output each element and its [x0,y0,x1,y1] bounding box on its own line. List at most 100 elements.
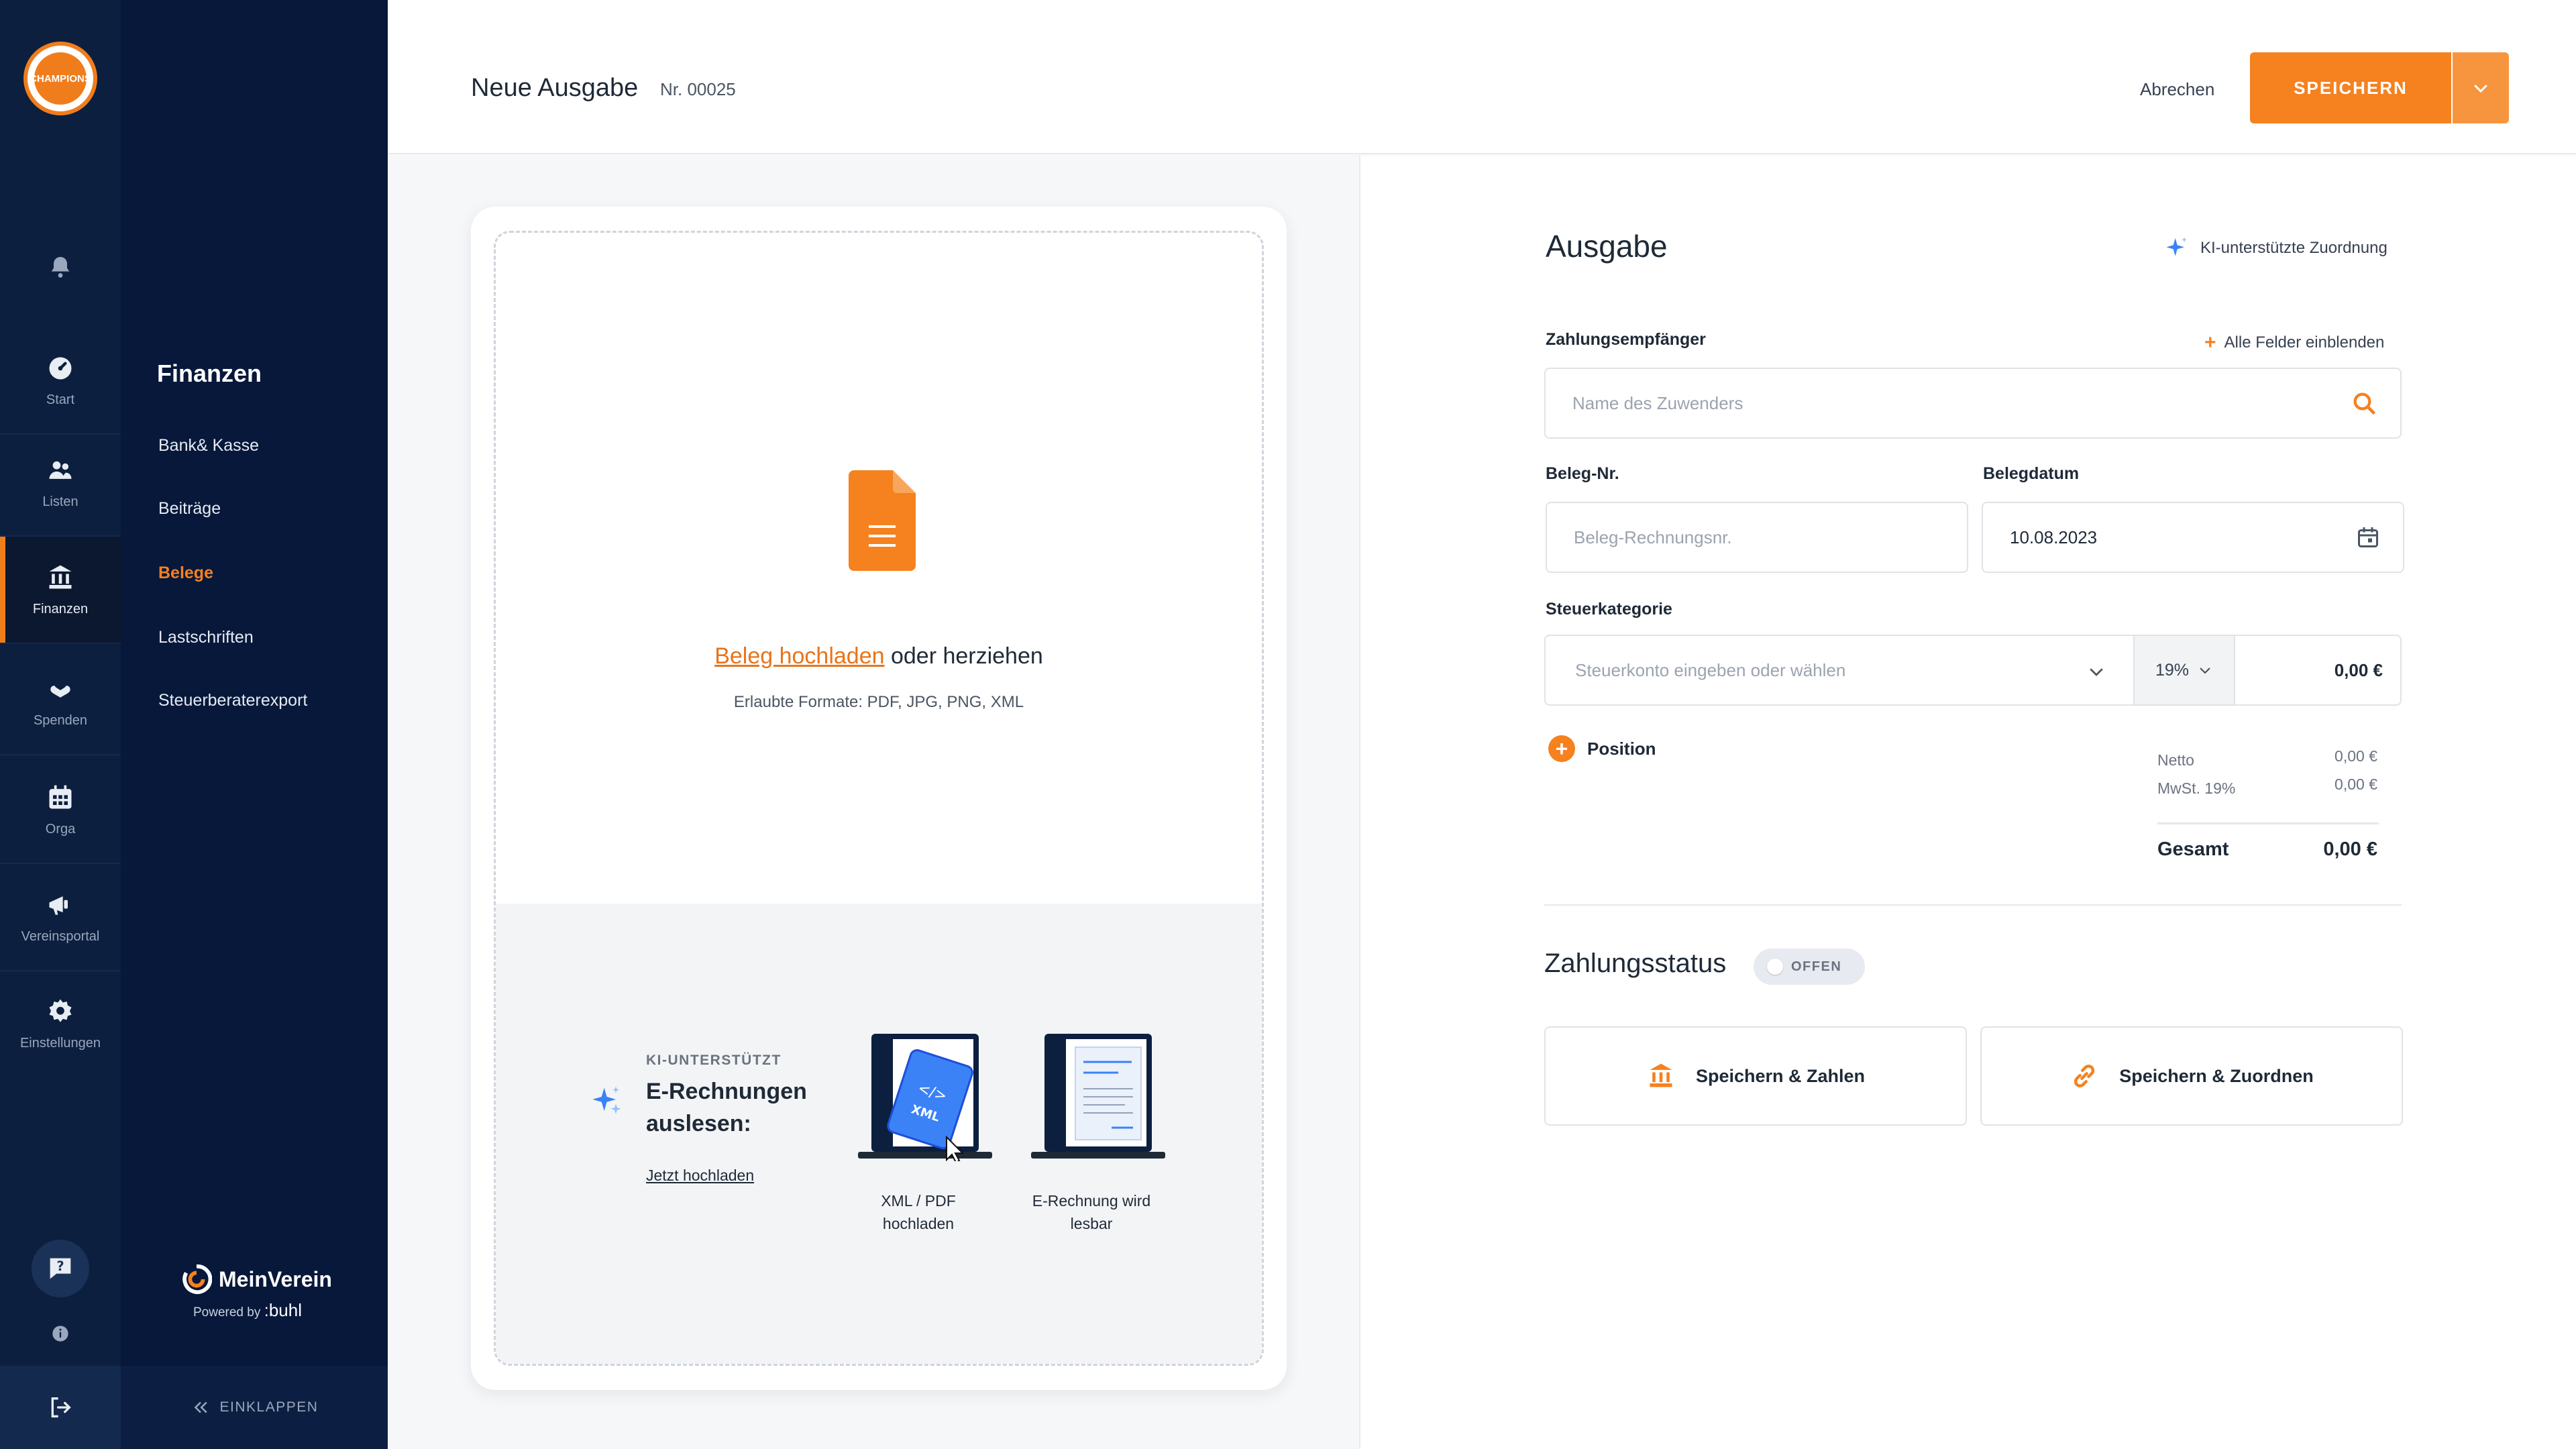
toggle-knob [1767,959,1783,975]
netto-value: 0,00 € [2334,747,2377,765]
club-logo-text: CHAMPIONS [30,52,91,105]
logout-button[interactable] [0,1366,121,1449]
collapse-label: EINKLAPPEN [219,1399,319,1415]
show-all-fields-link[interactable]: + Alle Felder einblenden [2204,331,2384,354]
e-invoice-readable-illustration [1031,1034,1165,1159]
rail-item-einstellungen[interactable]: Einstellungen [0,970,121,1077]
e-invoice-title: E-Rechnungen auslesen: [646,1079,807,1136]
rail-label: Finanzen [32,601,89,616]
vat-value: 0,00 € [2334,775,2377,793]
rail-item-finanzen[interactable]: Finanzen [0,537,121,644]
ai-supported-tag: KI-UNTERSTÜTZT [646,1053,782,1068]
step-upload-label: XML / PDF hochladen [881,1192,956,1232]
tax-account-placeholder: Steuerkonto eingeben oder wählen [1575,659,1846,680]
e-invoice-promo: KI-UNTERSTÜTZT E-Rechnungen auslesen: Je… [496,904,1262,1364]
allowed-formats-text: Erlaubte Formate: PDF, JPG, PNG, XML [733,693,1024,711]
section-divider [1544,904,2402,906]
rail-label: Spenden [33,712,88,728]
tax-category-row: Steuerkonto eingeben oder wählen 19% 0,0… [1544,635,2402,706]
svg-text:?: ? [56,1258,64,1274]
search-icon[interactable] [2351,390,2377,417]
page-header: Neue Ausgabe Nr. 00025 Abrechen SPEICHER… [388,0,2576,154]
logout-icon [51,1397,71,1417]
megaphone-icon [49,896,68,915]
upload-receipt-link[interactable]: Beleg hochladen [714,643,884,669]
rail-item-orga[interactable]: Orga [0,757,121,864]
sidebar-item-belege[interactable]: Belege [158,564,213,583]
icon-rail: CHAMPIONS Start Listen Finanzen Spenden … [0,0,121,1449]
step-readable-label: E-Rechnung wird lesbar [1032,1192,1151,1232]
rail-label: Orga [45,821,76,837]
sidebar-item-steuerberaterexport[interactable]: Steuerberaterexport [158,691,307,710]
receipt-date-input[interactable]: 10.08.2023 [1982,502,2404,573]
save-and-assign-button[interactable]: Speichern & Zuordnen [1980,1026,2403,1126]
sidebar-item-bank-kasse[interactable]: Bank& Kasse [158,436,259,455]
people-icon [49,461,72,479]
dropzone-upload-area[interactable]: Beleg hochladen oder herziehen Erlaubte … [496,233,1262,904]
chevron-down-icon [2474,85,2487,93]
rail-item-vereinsportal[interactable]: Vereinsportal [0,864,121,971]
add-position-label: Position [1587,738,1656,759]
ai-sparkle-icon [2166,237,2187,256]
amount-input[interactable]: 0,00 € [2235,636,2400,704]
ai-assignment-link[interactable]: KI-unterstützte Zuordnung [2164,235,2387,262]
link-icon [2074,1065,2095,1087]
club-logo[interactable]: CHAMPIONS [23,42,97,115]
upload-drag-text: oder herziehen [884,643,1043,669]
tax-account-select[interactable]: Steuerkonto eingeben oder wählen [1546,636,2133,704]
receipt-date-label: Belegdatum [1983,464,2080,483]
bank-icon [49,565,72,588]
ai-assignment-label: KI-unterstützte Zuordnung [2200,239,2387,257]
bell-icon[interactable] [47,254,74,280]
rail-label: Einstellungen [19,1035,101,1051]
netto-label: Netto [2157,751,2194,769]
tax-category-label: Steuerkategorie [1546,600,1672,619]
receipt-number-input[interactable]: Beleg-Rechnungsnr. [1546,502,1968,573]
calendar-icon[interactable] [2356,525,2380,549]
upload-now-link[interactable]: Jetzt hochladen [646,1167,754,1185]
receipt-dropzone[interactable]: Beleg hochladen oder herziehen Erlaubte … [494,231,1264,1366]
payment-status-title: Zahlungsstatus [1544,949,1727,978]
powered-by-text: Powered by [193,1305,261,1320]
collapse-sidebar-button[interactable]: EINKLAPPEN [121,1366,388,1449]
add-position-button[interactable]: + Position [1548,735,1656,762]
donation-icon [50,683,70,698]
vat-rate-select[interactable]: 19% [2133,636,2235,704]
receipt-number-placeholder: Beleg-Rechnungsnr. [1574,527,1732,547]
receipt-number-label: Beleg-Nr. [1546,464,1619,483]
amount-value: 0,00 € [2334,659,2383,680]
chevron-down-icon [2090,668,2103,676]
buhl-brand: :buhl [264,1300,303,1320]
rail-label: Start [46,392,75,407]
rail-item-start[interactable]: Start [0,327,121,435]
brand-name: MeinVerein [219,1267,332,1291]
bank-icon [1650,1063,1672,1087]
total-label: Gesamt [2157,839,2229,860]
total-value: 0,00 € [2323,839,2377,860]
save-button[interactable]: SPEICHERN [2250,52,2451,123]
upload-panel: Beleg hochladen oder herziehen Erlaubte … [388,156,1359,1449]
cancel-button[interactable]: Abrechen [2140,79,2214,100]
chat-help-icon: ? [50,1258,71,1279]
expense-form: Ausgabe KI-unterstützte Zuordnung Zahlun… [1359,156,2576,1449]
gear-icon [49,999,72,1022]
save-options-dropdown[interactable] [2453,52,2509,123]
brand-block: MeinVerein Powered by :buhl [181,1264,332,1321]
payee-label: Zahlungsempfänger [1546,330,1706,349]
plus-circle-icon: + [1548,735,1575,762]
info-icon[interactable] [51,1324,70,1343]
show-all-fields-label: Alle Felder einblenden [2224,333,2385,352]
rail-label: Vereinsportal [21,928,100,944]
sidebar-item-beitraege[interactable]: Beiträge [158,499,221,519]
payee-placeholder: Name des Zuwenders [1572,392,1743,413]
plus-icon: + [2204,331,2216,354]
document-file-icon [849,470,916,571]
rail-item-listen[interactable]: Listen [0,429,121,537]
payee-input[interactable]: Name des Zuwenders [1544,368,2402,439]
save-and-pay-button[interactable]: Speichern & Zahlen [1544,1026,1967,1126]
payment-status-toggle[interactable]: OFFEN [1754,949,1865,985]
sidebar-item-lastschriften[interactable]: Lastschriften [158,628,254,647]
save-and-assign-label: Speichern & Zuordnen [2119,1065,2314,1086]
help-chat-button[interactable]: ? [32,1240,89,1297]
rail-item-spenden[interactable]: Spenden [0,648,121,755]
